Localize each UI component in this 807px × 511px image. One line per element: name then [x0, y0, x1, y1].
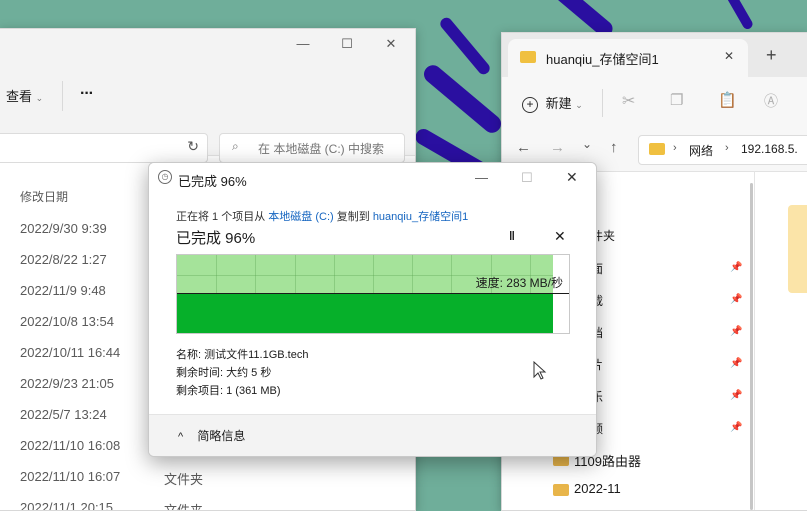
- pause-button[interactable]: ǁ: [509, 229, 515, 243]
- separator: [602, 89, 603, 117]
- search-input[interactable]: ⌕ 在 本地磁盘 (C:) 中搜索: [219, 133, 405, 163]
- search-icon: ⌕: [232, 139, 239, 153]
- view-menu-button[interactable]: 查看 ⌄: [6, 87, 43, 107]
- copy-progress-dialog: ◷ 已完成 96% — ☐ ✕ 正在将 1 个项目从 本地磁盘 (C:) 复制到…: [148, 162, 597, 457]
- tab-huanqiu[interactable]: huanqiu_存储空间1 ✕: [508, 39, 748, 77]
- more-options-button[interactable]: ···: [80, 85, 94, 103]
- separator: [62, 81, 63, 111]
- file-row-date[interactable]: 2022/10/8 13:54: [20, 314, 114, 329]
- speed-label: 速度: 283 MB/秒: [475, 276, 563, 290]
- destination-link[interactable]: huanqiu_存储空间1: [373, 211, 468, 223]
- chevron-right-icon: ›: [725, 142, 729, 154]
- copy-mid: 复制到: [333, 211, 373, 223]
- file-row-date[interactable]: 2022/11/9 9:48: [20, 283, 106, 298]
- command-bar: + 新建 ⌄ ✂ ❐ 📋 Ⓐ: [502, 77, 807, 128]
- close-button[interactable]: ✕: [566, 169, 578, 186]
- pin-icon[interactable]: 📌: [730, 294, 742, 305]
- minimize-button[interactable]: —: [292, 33, 314, 55]
- tab-title: huanqiu_存储空间1: [546, 52, 659, 67]
- new-tab-button[interactable]: +: [766, 45, 777, 66]
- minimize-button[interactable]: —: [475, 170, 488, 185]
- refresh-icon[interactable]: ↻: [187, 138, 199, 155]
- title-bar: — ☐ ✕: [0, 29, 415, 59]
- pin-icon[interactable]: 📌: [730, 358, 742, 369]
- progress-clock-icon: ◷: [158, 170, 172, 184]
- cancel-button[interactable]: ✕: [554, 228, 566, 245]
- file-row-date[interactable]: 2022/5/7 13:24: [20, 407, 107, 422]
- address-bar[interactable]: ↻: [0, 133, 208, 163]
- speed-graph: 速度: 283 MB/秒: [176, 254, 570, 334]
- maximize-button[interactable]: ☐: [521, 170, 533, 186]
- rename-icon[interactable]: Ⓐ: [764, 91, 778, 111]
- pin-icon[interactable]: 📌: [730, 422, 742, 433]
- percent-heading: 已完成 96%: [176, 230, 256, 247]
- file-row-date[interactable]: 2022/8/22 1:27: [20, 252, 107, 267]
- up-icon[interactable]: ↑: [610, 139, 618, 156]
- search-placeholder: 在 本地磁盘 (C:) 中搜索: [258, 142, 384, 156]
- sidebar-scrollbar[interactable]: [750, 183, 753, 510]
- chevron-up-icon: ^: [178, 431, 184, 443]
- breadcrumb-network[interactable]: 网络: [689, 142, 713, 159]
- file-row-type: 文件夹: [164, 472, 204, 487]
- column-header-modified[interactable]: 修改日期: [20, 188, 68, 205]
- items-remaining-label: 剩余项目: 1 (361 MB): [176, 385, 281, 397]
- chevron-down-icon: ⌄: [35, 93, 44, 103]
- file-row-date[interactable]: 2022/9/23 21:05: [20, 376, 114, 391]
- plus-circle-icon: +: [522, 97, 538, 113]
- new-button[interactable]: + 新建 ⌄: [522, 93, 583, 113]
- source-link[interactable]: 本地磁盘 (C:): [268, 211, 333, 223]
- cut-icon[interactable]: ✂: [622, 91, 635, 111]
- close-button[interactable]: ✕: [380, 33, 402, 55]
- graph-speed-area: [177, 294, 553, 333]
- wallpaper-shape: [437, 15, 493, 77]
- file-row-date[interactable]: 2022/9/30 9:39: [20, 221, 107, 236]
- time-remaining-label: 剩余时间: 大约 5 秒: [176, 367, 272, 379]
- details-label: 简略信息: [197, 429, 246, 443]
- pin-icon[interactable]: 📌: [730, 390, 742, 401]
- tab-strip: huanqiu_存储空间1 ✕ +: [502, 33, 807, 77]
- pin-icon[interactable]: 📌: [730, 326, 742, 337]
- details-toggle-button[interactable]: ^ 简略信息: [178, 427, 245, 444]
- file-row-date[interactable]: 2022/10/11 16:44: [20, 345, 120, 360]
- copy-icon[interactable]: ❐: [670, 91, 683, 109]
- maximize-button[interactable]: ☐: [336, 33, 358, 55]
- speed-line: [177, 293, 569, 294]
- copy-description: 正在将 1 个项目从 本地磁盘 (C:) 复制到 huanqiu_存储空间1: [176, 208, 468, 224]
- recent-chevron-icon[interactable]: ⌄: [582, 137, 592, 151]
- content-scrollbar[interactable]: [754, 171, 755, 510]
- file-name-label: 名称: 测试文件11.1GB.tech: [176, 349, 309, 361]
- back-icon[interactable]: ←: [516, 139, 531, 156]
- address-bar[interactable]: › 网络 › 192.168.5.: [638, 135, 807, 165]
- file-row-type: 文件夹: [164, 503, 204, 511]
- sidebar-folder-item[interactable]: 2022-11: [574, 481, 621, 496]
- dialog-title-bar: ◷ 已完成 96% — ☐ ✕: [149, 163, 596, 193]
- wallpaper-shape: [420, 61, 505, 137]
- pin-icon[interactable]: 📌: [730, 262, 742, 273]
- close-tab-icon[interactable]: ✕: [724, 49, 734, 63]
- file-item[interactable]: [788, 205, 807, 293]
- chevron-down-icon: ⌄: [575, 100, 583, 110]
- breadcrumb-ip[interactable]: 192.168.5.: [741, 142, 798, 156]
- dialog-footer: ^ 简略信息: [149, 414, 596, 456]
- copy-prefix: 正在将 1 个项目从: [176, 211, 269, 223]
- wallpaper-shape: [725, 0, 755, 31]
- new-label: 新建: [545, 96, 572, 111]
- folder-icon: [520, 51, 536, 63]
- mouse-cursor-icon: [533, 361, 547, 380]
- folder-icon: [553, 484, 569, 496]
- view-label: 查看: [6, 89, 33, 104]
- file-row-date[interactable]: 2022/11/10 16:07: [20, 469, 120, 484]
- paste-icon[interactable]: 📋: [718, 91, 737, 109]
- dialog-title: 已完成 96%: [178, 174, 247, 189]
- chevron-right-icon: ›: [673, 142, 677, 154]
- file-row-date[interactable]: 2022/11/10 16:08: [20, 438, 120, 453]
- folder-icon: [649, 143, 665, 155]
- file-row-date[interactable]: 2022/11/1 20:15: [20, 500, 113, 510]
- forward-icon[interactable]: →: [550, 139, 565, 156]
